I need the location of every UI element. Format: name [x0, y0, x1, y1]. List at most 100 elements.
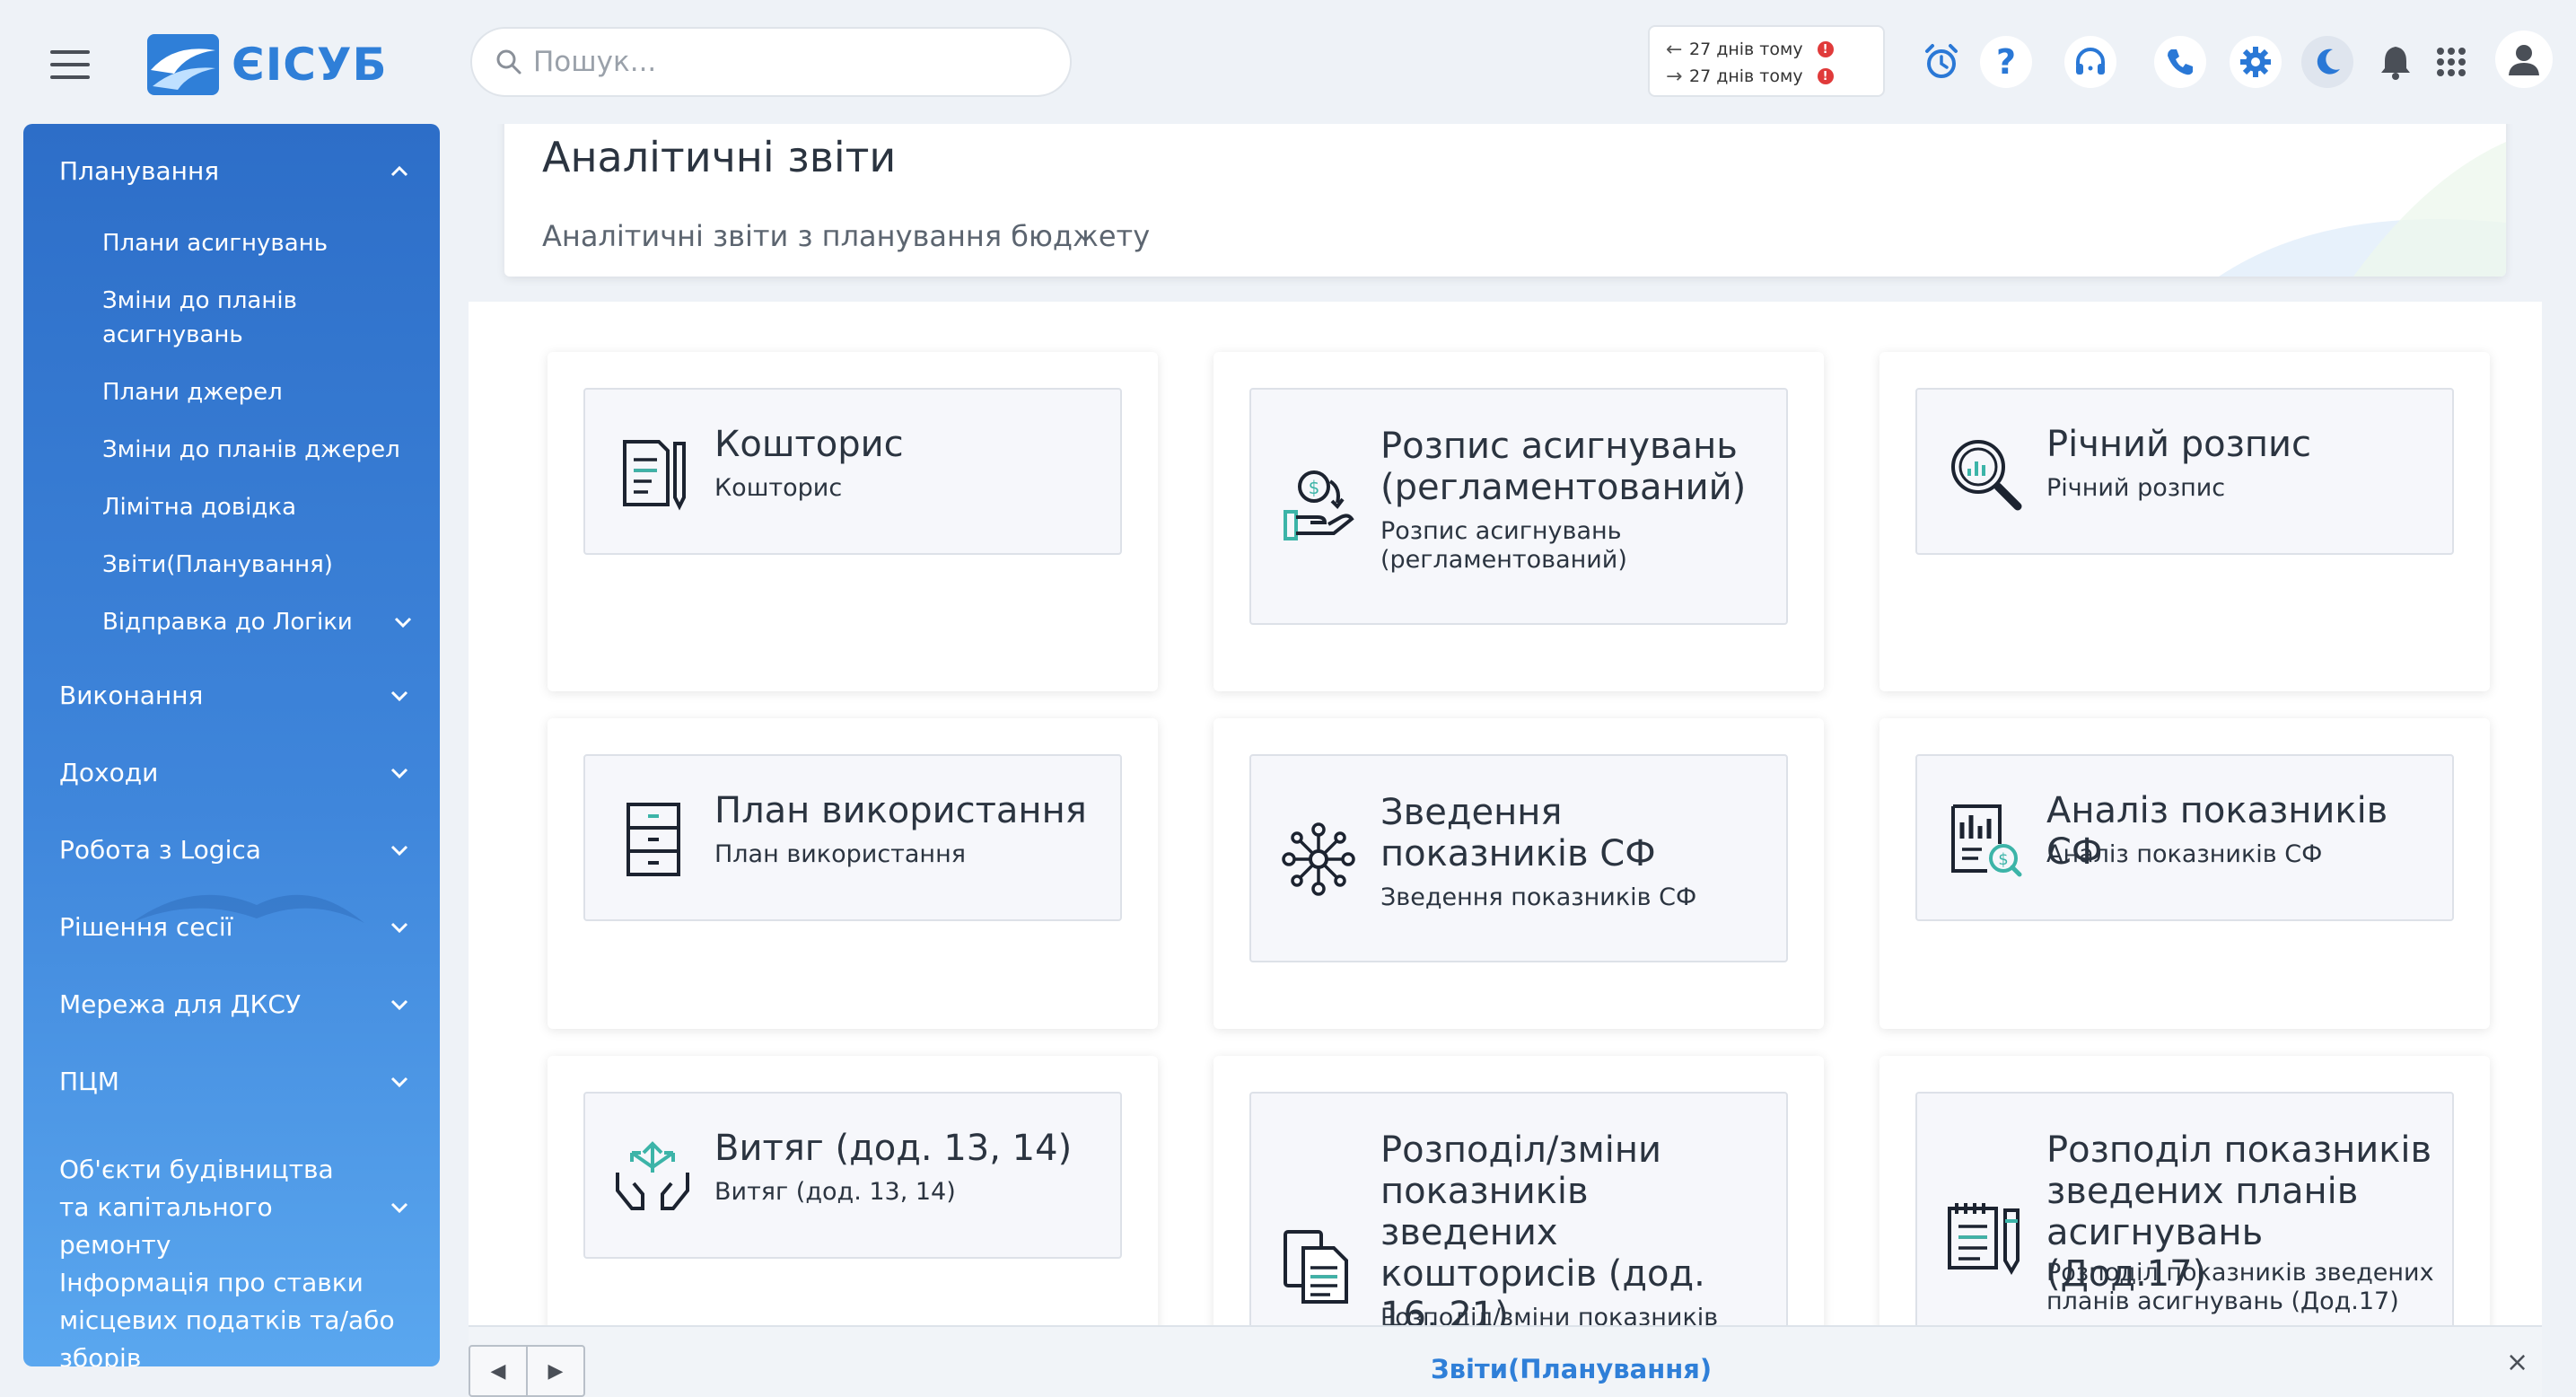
- report-title: Зведення показників СФ: [1380, 792, 1656, 874]
- cabinet-icon: [626, 803, 680, 876]
- chevron-down-icon: [390, 922, 408, 933]
- report-tile-annual-schedule[interactable]: Річний розпис Річний розпис: [1915, 388, 2454, 555]
- sidebar-section-planning[interactable]: Планування: [59, 156, 409, 186]
- notepad-pencil-icon: [1948, 1203, 2020, 1275]
- report-subtitle: Витяг (дод. 13, 14): [714, 1178, 956, 1206]
- sync-time: 27 днів тому: [1689, 66, 1803, 86]
- sidebar: Планування Плани асигнувань Зміни до пла…: [23, 124, 440, 1366]
- top-header: ЄІСУБ ← 27 днів тому ! → 27 днів тому ! …: [0, 0, 2576, 124]
- sidebar-item-plans[interactable]: Плани асигнувань: [102, 226, 413, 260]
- phone-icon[interactable]: [2154, 36, 2206, 88]
- tab-close-button[interactable]: ×: [2506, 1347, 2528, 1378]
- report-card: Зведення показників СФ Зведення показник…: [1214, 718, 1824, 1029]
- chevron-up-icon: [390, 165, 408, 176]
- page-banner: Аналітичні звіти Аналітичні звіти з план…: [504, 124, 2506, 277]
- report-card: Кошторис Кошторис: [548, 352, 1158, 691]
- report-title: Розподіл/зміни показників зведених кошто…: [1380, 1129, 1705, 1325]
- sync-row-outgoing: → 27 днів тому !: [1666, 63, 1867, 90]
- tab-nav: ◀ ▶: [469, 1345, 585, 1397]
- sidebar-section-label: Рішення сесії: [59, 912, 233, 942]
- menu-icon[interactable]: [50, 50, 90, 79]
- sidebar-item-label: Плани джерел: [102, 379, 283, 406]
- network-icon: [1282, 822, 1355, 896]
- report-title: Кошторис: [714, 424, 904, 465]
- sidebar-item-reports[interactable]: Звіти(Планування): [102, 548, 413, 582]
- sidebar-section-execution[interactable]: Виконання: [59, 681, 409, 710]
- sidebar-section-income[interactable]: Доходи: [59, 758, 409, 787]
- chevron-down-icon: [390, 690, 408, 701]
- sidebar-section-construction[interactable]: Об'єкти будівництва та капітального ремо…: [59, 1151, 409, 1264]
- sidebar-item-plan-changes[interactable]: Зміни до планів асигнувань: [102, 284, 372, 352]
- sidebar-item-send-logica[interactable]: Відправка до Логіки: [102, 605, 413, 639]
- tab-reports-planning[interactable]: Звіти(Планування): [1431, 1354, 1712, 1384]
- page-title: Аналітичні звіти: [542, 133, 897, 181]
- sidebar-section-network[interactable]: Мережа для ДКСУ: [59, 989, 409, 1019]
- report-subtitle: Зведення показників СФ: [1380, 883, 1697, 911]
- search-box[interactable]: [470, 27, 1072, 97]
- sidebar-item-label: Лімітна довідка: [102, 494, 296, 521]
- sidebar-section-pcm[interactable]: ПЦМ: [59, 1067, 409, 1096]
- sidebar-section-session[interactable]: Рішення сесії: [59, 912, 409, 942]
- document-pen-icon: [623, 440, 686, 511]
- sidebar-item-source-plans[interactable]: Плани джерел: [102, 375, 413, 409]
- arrow-right-icon: →: [1666, 65, 1683, 88]
- chevron-down-icon: [390, 999, 408, 1010]
- sidebar-item-source-changes[interactable]: Зміни до планів джерел: [102, 433, 413, 467]
- reports-panel: Кошторис Кошторис $ Розпис асигнувань (р…: [469, 302, 2542, 1325]
- sidebar-section-label: Виконання: [59, 681, 204, 710]
- svg-text:$: $: [1998, 850, 2008, 869]
- sidebar-section-label: ПЦМ: [59, 1067, 119, 1096]
- logo-emblem-icon: [147, 34, 219, 95]
- sidebar-item-limit-note[interactable]: Лімітна довідка: [102, 490, 413, 524]
- svg-text:$: $: [1309, 477, 1320, 498]
- app-logo[interactable]: ЄІСУБ: [147, 34, 388, 95]
- report-tile-plans-distribution[interactable]: Розподіл показників зведених планів асиг…: [1915, 1092, 2454, 1325]
- sidebar-section-tax-rates[interactable]: Інформація про ставки місцевих податків …: [59, 1264, 409, 1366]
- report-subtitle: Розподіл/зміни показників: [1380, 1304, 1719, 1325]
- app-name: ЄІСУБ: [232, 39, 388, 91]
- sidebar-item-label: Плани асигнувань: [102, 230, 329, 257]
- sidebar-section-label: Мережа для ДКСУ: [59, 989, 302, 1019]
- report-money-icon: $: [1951, 804, 2022, 877]
- headset-icon[interactable]: [2064, 36, 2116, 88]
- chevron-down-icon: [390, 768, 408, 778]
- sidebar-section-logica[interactable]: Робота з Logica: [59, 835, 409, 865]
- sidebar-section-label: Доходи: [59, 758, 159, 787]
- alert-icon: !: [1817, 41, 1834, 57]
- report-tile-usage-plan[interactable]: План використання План використання: [583, 754, 1122, 921]
- tab-prev-button[interactable]: ◀: [470, 1347, 528, 1395]
- sidebar-section-label: Об'єкти будівництва та капітального ремо…: [59, 1155, 334, 1260]
- user-icon[interactable]: [2495, 31, 2553, 88]
- report-tile-appropriations[interactable]: $ Розпис асигнувань (регламентований) Ро…: [1249, 388, 1788, 625]
- chevron-down-icon: [394, 617, 412, 628]
- report-tile-estimates-distribution[interactable]: Розподіл/зміни показників зведених кошто…: [1249, 1092, 1788, 1325]
- report-tile-estimate[interactable]: Кошторис Кошторис: [583, 388, 1122, 555]
- sidebar-item-label: Зміни до планів джерел: [102, 436, 400, 463]
- report-card: $ Розпис асигнувань (регламентований) Ро…: [1214, 352, 1824, 691]
- tab-next-button[interactable]: ▶: [528, 1347, 583, 1395]
- report-tile-sf-summary[interactable]: Зведення показників СФ Зведення показник…: [1249, 754, 1788, 962]
- magnifier-chart-icon: [1951, 440, 2022, 511]
- alarm-clock-icon[interactable]: [1915, 36, 1967, 88]
- report-title: Витяг (дод. 13, 14): [714, 1128, 1073, 1169]
- report-subtitle: Розпис асигнувань (регламентований): [1380, 517, 1627, 574]
- apps-grid-icon[interactable]: [2425, 36, 2477, 88]
- sync-status[interactable]: ← 27 днів тому ! → 27 днів тому !: [1648, 25, 1885, 97]
- hand-money-icon: $: [1284, 470, 1354, 540]
- bell-icon[interactable]: [2370, 36, 2422, 88]
- moon-icon[interactable]: [2301, 36, 2353, 88]
- help-icon[interactable]: ?: [1980, 36, 2032, 88]
- report-tile-extract[interactable]: Витяг (дод. 13, 14) Витяг (дод. 13, 14): [583, 1092, 1122, 1259]
- search-input[interactable]: [533, 46, 1036, 78]
- hands-arrows-icon: [616, 1141, 689, 1210]
- report-card: План використання План використання: [548, 718, 1158, 1029]
- search-icon: [496, 49, 521, 75]
- sidebar-item-label: Звіти(Планування): [102, 551, 333, 578]
- main-content: Аналітичні звіти Аналітичні звіти з план…: [469, 124, 2542, 1325]
- gear-icon[interactable]: [2230, 36, 2282, 88]
- sidebar-item-label: Відправка до Логіки: [102, 609, 353, 636]
- report-card: $ Аналіз показників СФ Аналіз показників…: [1879, 718, 2490, 1029]
- report-tile-sf-analysis[interactable]: $ Аналіз показників СФ Аналіз показників…: [1915, 754, 2454, 921]
- report-subtitle: Аналіз показників СФ: [2046, 840, 2323, 868]
- tab-bar: ◀ ▶ Звіти(Планування) ×: [469, 1325, 2542, 1397]
